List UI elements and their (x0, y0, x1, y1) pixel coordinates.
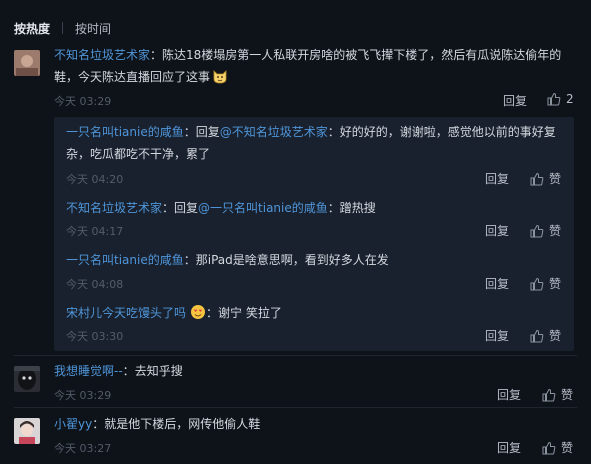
reply-button[interactable]: 回复 (497, 439, 521, 456)
comment-sep: ： (150, 48, 163, 62)
sort-bar: 按热度 按时间 (14, 19, 111, 37)
like-button[interactable]: 赞 (530, 222, 561, 239)
like-label: 赞 (549, 329, 562, 343)
like-label: 赞 (549, 224, 562, 238)
reply-sep: ： (206, 306, 219, 320)
sort-divider (62, 22, 64, 34)
like-button[interactable]: 赞 (530, 327, 561, 344)
like-label: 赞 (561, 441, 574, 455)
reply-button[interactable]: 回复 (497, 386, 521, 403)
reply-prefix: ：回复 (183, 125, 220, 139)
like-label: 赞 (549, 172, 562, 186)
reply-text: 那iPad是啥意思啊，看到好多人在发 (195, 253, 389, 267)
reply-body: 宋村儿今天吃馒头了吗 ：谢宁 笑拉了 (66, 302, 566, 324)
like-count: 2 (566, 92, 574, 106)
like-label: 赞 (561, 388, 574, 402)
reply-mention[interactable]: @不知名垃圾艺术家 (220, 125, 328, 139)
reply-time: 今天 04:20 (66, 173, 124, 186)
comment-time: 今天 03:29 (54, 95, 112, 108)
comment-time: 今天 03:27 (54, 442, 112, 455)
comment-text: 去知乎搜 (134, 364, 183, 378)
like-button[interactable]: 赞 (542, 439, 573, 456)
reply-time: 今天 04:08 (66, 278, 124, 291)
reply-text-line2: 杂，吃瓜都吃不干净，累了 (66, 147, 211, 161)
like-button[interactable]: 赞 (530, 170, 561, 187)
thumbs-up-icon (530, 172, 544, 186)
sort-by-hot-tab[interactable]: 按热度 (14, 20, 50, 37)
like-button[interactable]: 2 (547, 92, 574, 106)
like-label: 赞 (549, 277, 562, 291)
comment-divider (14, 407, 577, 408)
avatar[interactable] (14, 50, 40, 76)
comment-body: 小翟yy：就是他下楼后，网传他偷人鞋 (54, 413, 564, 435)
reply-thread: 一只名叫tianie的咸鱼：回复@不知名垃圾艺术家：好的好的，谢谢啦，感觉他以前… (54, 117, 574, 351)
reply-sep: ： (183, 253, 196, 267)
comment-username[interactable]: 小翟yy (54, 417, 92, 431)
thumbs-up-icon (530, 329, 544, 343)
comment-username[interactable]: 我想睡觉啊-- (54, 364, 123, 378)
comment-sep: ： (92, 417, 105, 431)
reply-prefix: ：回复 (162, 201, 199, 215)
reply-time: 今天 03:30 (66, 330, 124, 343)
reply-username[interactable]: 宋村儿今天吃馒头了吗 (66, 306, 186, 320)
reply-text-line1: ：好的好的，谢谢啦，感觉他以前的事好复 (327, 125, 556, 139)
reply-button[interactable]: 回复 (485, 327, 509, 344)
reply-body: 一只名叫tianie的咸鱼：那iPad是啥意思啊，看到好多人在发 (66, 249, 566, 271)
reply-button[interactable]: 回复 (485, 222, 509, 239)
comment-sep: ： (122, 364, 135, 378)
reply-time: 今天 04:17 (66, 225, 124, 238)
comment-time: 今天 03:29 (54, 389, 112, 402)
reply-text: ：蹭热搜 (327, 201, 376, 215)
heart-eyes-emoji-icon (190, 304, 206, 320)
reply-text: 谢宁 笑拉了 (218, 306, 282, 320)
thumbs-up-icon (542, 388, 556, 402)
thumbs-up-icon (542, 441, 556, 455)
reply-body: 一只名叫tianie的咸鱼：回复@不知名垃圾艺术家：好的好的，谢谢啦，感觉他以前… (66, 121, 566, 165)
like-button[interactable]: 赞 (530, 275, 561, 292)
reply-button[interactable]: 回复 (485, 275, 509, 292)
reply-mention[interactable]: @一只名叫tianie的咸鱼 (198, 201, 328, 215)
sort-by-time-tab[interactable]: 按时间 (75, 20, 111, 37)
comment-text-line1: 陈达18楼塌房第一人私联开房啥的被飞飞撵下楼了，然后有瓜说陈达偷年的 (162, 48, 562, 62)
reply-body: 不知名垃圾艺术家：回复@一只名叫tianie的咸鱼：蹭热搜 (66, 197, 566, 219)
avatar[interactable] (14, 366, 40, 392)
reply-username[interactable]: 一只名叫tianie的咸鱼 (66, 253, 184, 267)
reply-button[interactable]: 回复 (503, 92, 527, 109)
reply-button[interactable]: 回复 (485, 170, 509, 187)
reply-username[interactable]: 一只名叫tianie的咸鱼 (66, 125, 184, 139)
avatar[interactable] (14, 418, 40, 444)
comment-divider (14, 355, 577, 356)
comment-username[interactable]: 不知名垃圾艺术家 (54, 48, 150, 62)
comment-text: 就是他下楼后，网传他偷人鞋 (104, 417, 261, 431)
comment-body: 我想睡觉啊--：去知乎搜 (54, 360, 564, 382)
thumbs-up-icon (530, 277, 544, 291)
thumbs-up-icon (547, 92, 561, 106)
comment-text-line2: 鞋，今天陈达直播回应了这事 (54, 70, 211, 84)
cat-emoji-icon (212, 68, 228, 84)
thumbs-up-icon (530, 224, 544, 238)
like-button[interactable]: 赞 (542, 386, 573, 403)
reply-username[interactable]: 不知名垃圾艺术家 (66, 201, 162, 215)
comment-body: 不知名垃圾艺术家：陈达18楼塌房第一人私联开房啥的被飞飞撵下楼了，然后有瓜说陈达… (54, 44, 564, 88)
